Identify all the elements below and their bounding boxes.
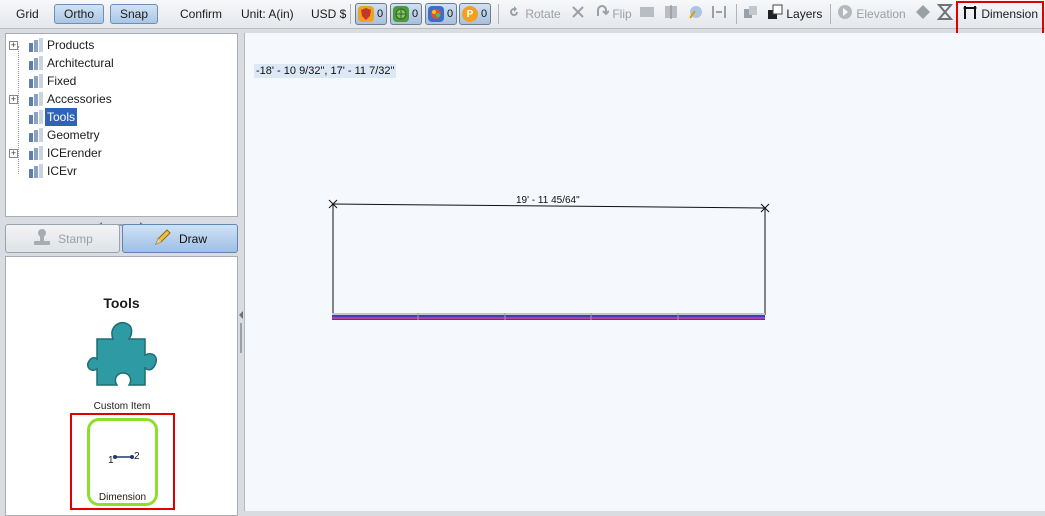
counter-palette[interactable]: 0: [425, 3, 458, 25]
stamp-tab[interactable]: Stamp: [5, 224, 120, 253]
mirror-tool-button[interactable]: [570, 4, 586, 24]
group-button[interactable]: [743, 4, 759, 24]
diamond-icon: [915, 4, 931, 26]
catalog-folder-icon: [28, 128, 44, 142]
distribute-button[interactable]: [711, 4, 727, 24]
catalog-folder-icon: [28, 146, 44, 160]
hourglass-button[interactable]: [936, 4, 954, 26]
toolbar-separator: [736, 4, 737, 24]
tree-item-label: Products: [47, 38, 95, 52]
locate-icon: [688, 4, 704, 26]
flip-label: Flip: [612, 7, 632, 22]
align-center-button[interactable]: [663, 4, 679, 24]
catalog-folder-icon: [28, 92, 44, 106]
catalog-folder-icon: [28, 38, 44, 52]
hourglass-icon: [936, 4, 954, 26]
drawing-canvas[interactable]: -18' - 10 9/32", 17' - 11 7/32" 19' - 11…: [244, 33, 1045, 511]
tree-item-label: Fixed: [47, 74, 77, 88]
scissors-icon: [570, 4, 586, 26]
dimension-tool-highlight: [70, 413, 175, 510]
catalog-folder-icon: [28, 74, 44, 88]
elevation-button[interactable]: Elevation: [837, 4, 906, 24]
ortho-toggle[interactable]: Ortho: [54, 4, 105, 24]
distribute-icon: [711, 4, 727, 26]
layers-icon: [767, 4, 783, 26]
layers-label: Layers: [786, 7, 823, 22]
pencil-icon: [153, 227, 173, 250]
flip-icon: [595, 4, 610, 26]
tree-item-label: Architectural: [47, 56, 114, 70]
counter-shield[interactable]: 0: [355, 3, 388, 25]
align-top-button[interactable]: [639, 4, 655, 24]
counter-value: 0: [412, 8, 419, 20]
diamond-button[interactable]: [915, 4, 931, 24]
confirm-button[interactable]: Confirm: [180, 4, 222, 24]
expand-icon[interactable]: +: [9, 95, 18, 104]
catalog-folder-icon: [28, 56, 44, 70]
p-coin-icon: P: [462, 6, 478, 22]
palette-icon: [428, 6, 444, 22]
toolbar-separator: [350, 4, 351, 24]
tree-item-label: ICEvr: [47, 164, 77, 178]
tree-item-label: Tools: [45, 108, 78, 126]
layers-button[interactable]: Layers: [767, 4, 822, 24]
flip-button[interactable]: Flip: [595, 4, 632, 24]
elevation-icon: [837, 4, 853, 26]
globe-icon: [393, 6, 409, 22]
plan-drawing: [328, 199, 770, 320]
counter-value: 0: [481, 8, 488, 20]
shield-icon: [358, 6, 374, 22]
tree-item-label: ICErender: [47, 146, 102, 160]
wall-segment[interactable]: [332, 313, 765, 320]
catalog-folder-icon: [28, 164, 44, 178]
stamp-label: Stamp: [58, 231, 93, 246]
tools-title: Tools: [103, 295, 140, 311]
align-center-icon: [663, 4, 679, 26]
tree-item-label: Geometry: [47, 128, 100, 142]
catalog-tree: + Products Architectural Fixed + Accesso…: [5, 33, 238, 217]
custom-item-tool[interactable]: Custom Item: [64, 319, 180, 412]
unit-selector[interactable]: Unit: A(in): [241, 4, 294, 24]
expand-icon[interactable]: +: [9, 41, 18, 50]
draw-label: Draw: [178, 231, 207, 246]
snap-toggle[interactable]: Snap: [110, 4, 159, 24]
main-toolbar: Grid Ortho Snap Confirm Unit: A(in) USD …: [0, 0, 1045, 29]
toolbar-separator: [830, 4, 831, 24]
dimension-value-label: 19' - 11 45/64": [516, 195, 580, 206]
rotate-button[interactable]: Rotate: [506, 4, 561, 24]
toolbar-separator: [498, 4, 499, 24]
mode-tabs: Stamp Draw: [5, 223, 238, 255]
currency-selector[interactable]: USD $: [311, 4, 346, 24]
elevation-label: Elevation: [856, 7, 906, 22]
tree-connector: [18, 46, 19, 174]
catalog-folder-icon: [28, 110, 44, 124]
group-icon: [743, 4, 759, 26]
counter-value: 0: [447, 8, 454, 20]
locate-button[interactable]: [688, 4, 704, 24]
counter-globe[interactable]: 0: [390, 3, 423, 25]
expand-icon[interactable]: +: [9, 149, 18, 158]
rotate-icon: [506, 4, 522, 26]
rotate-label: Rotate: [525, 7, 561, 22]
custom-item-label: Custom Item: [93, 401, 151, 412]
draw-tab[interactable]: Draw: [122, 224, 238, 253]
align-icon: [639, 4, 655, 26]
grid-button[interactable]: Grid: [16, 4, 39, 24]
dimension-button-highlight: [956, 1, 1044, 36]
dimension-line[interactable]: [328, 199, 770, 315]
stamp-icon: [32, 227, 52, 250]
puzzle-piece-icon: [86, 319, 157, 391]
counter-p-coin[interactable]: P 0: [459, 3, 492, 25]
counter-value: 0: [377, 8, 384, 20]
tree-item-label: Accessories: [47, 92, 112, 106]
